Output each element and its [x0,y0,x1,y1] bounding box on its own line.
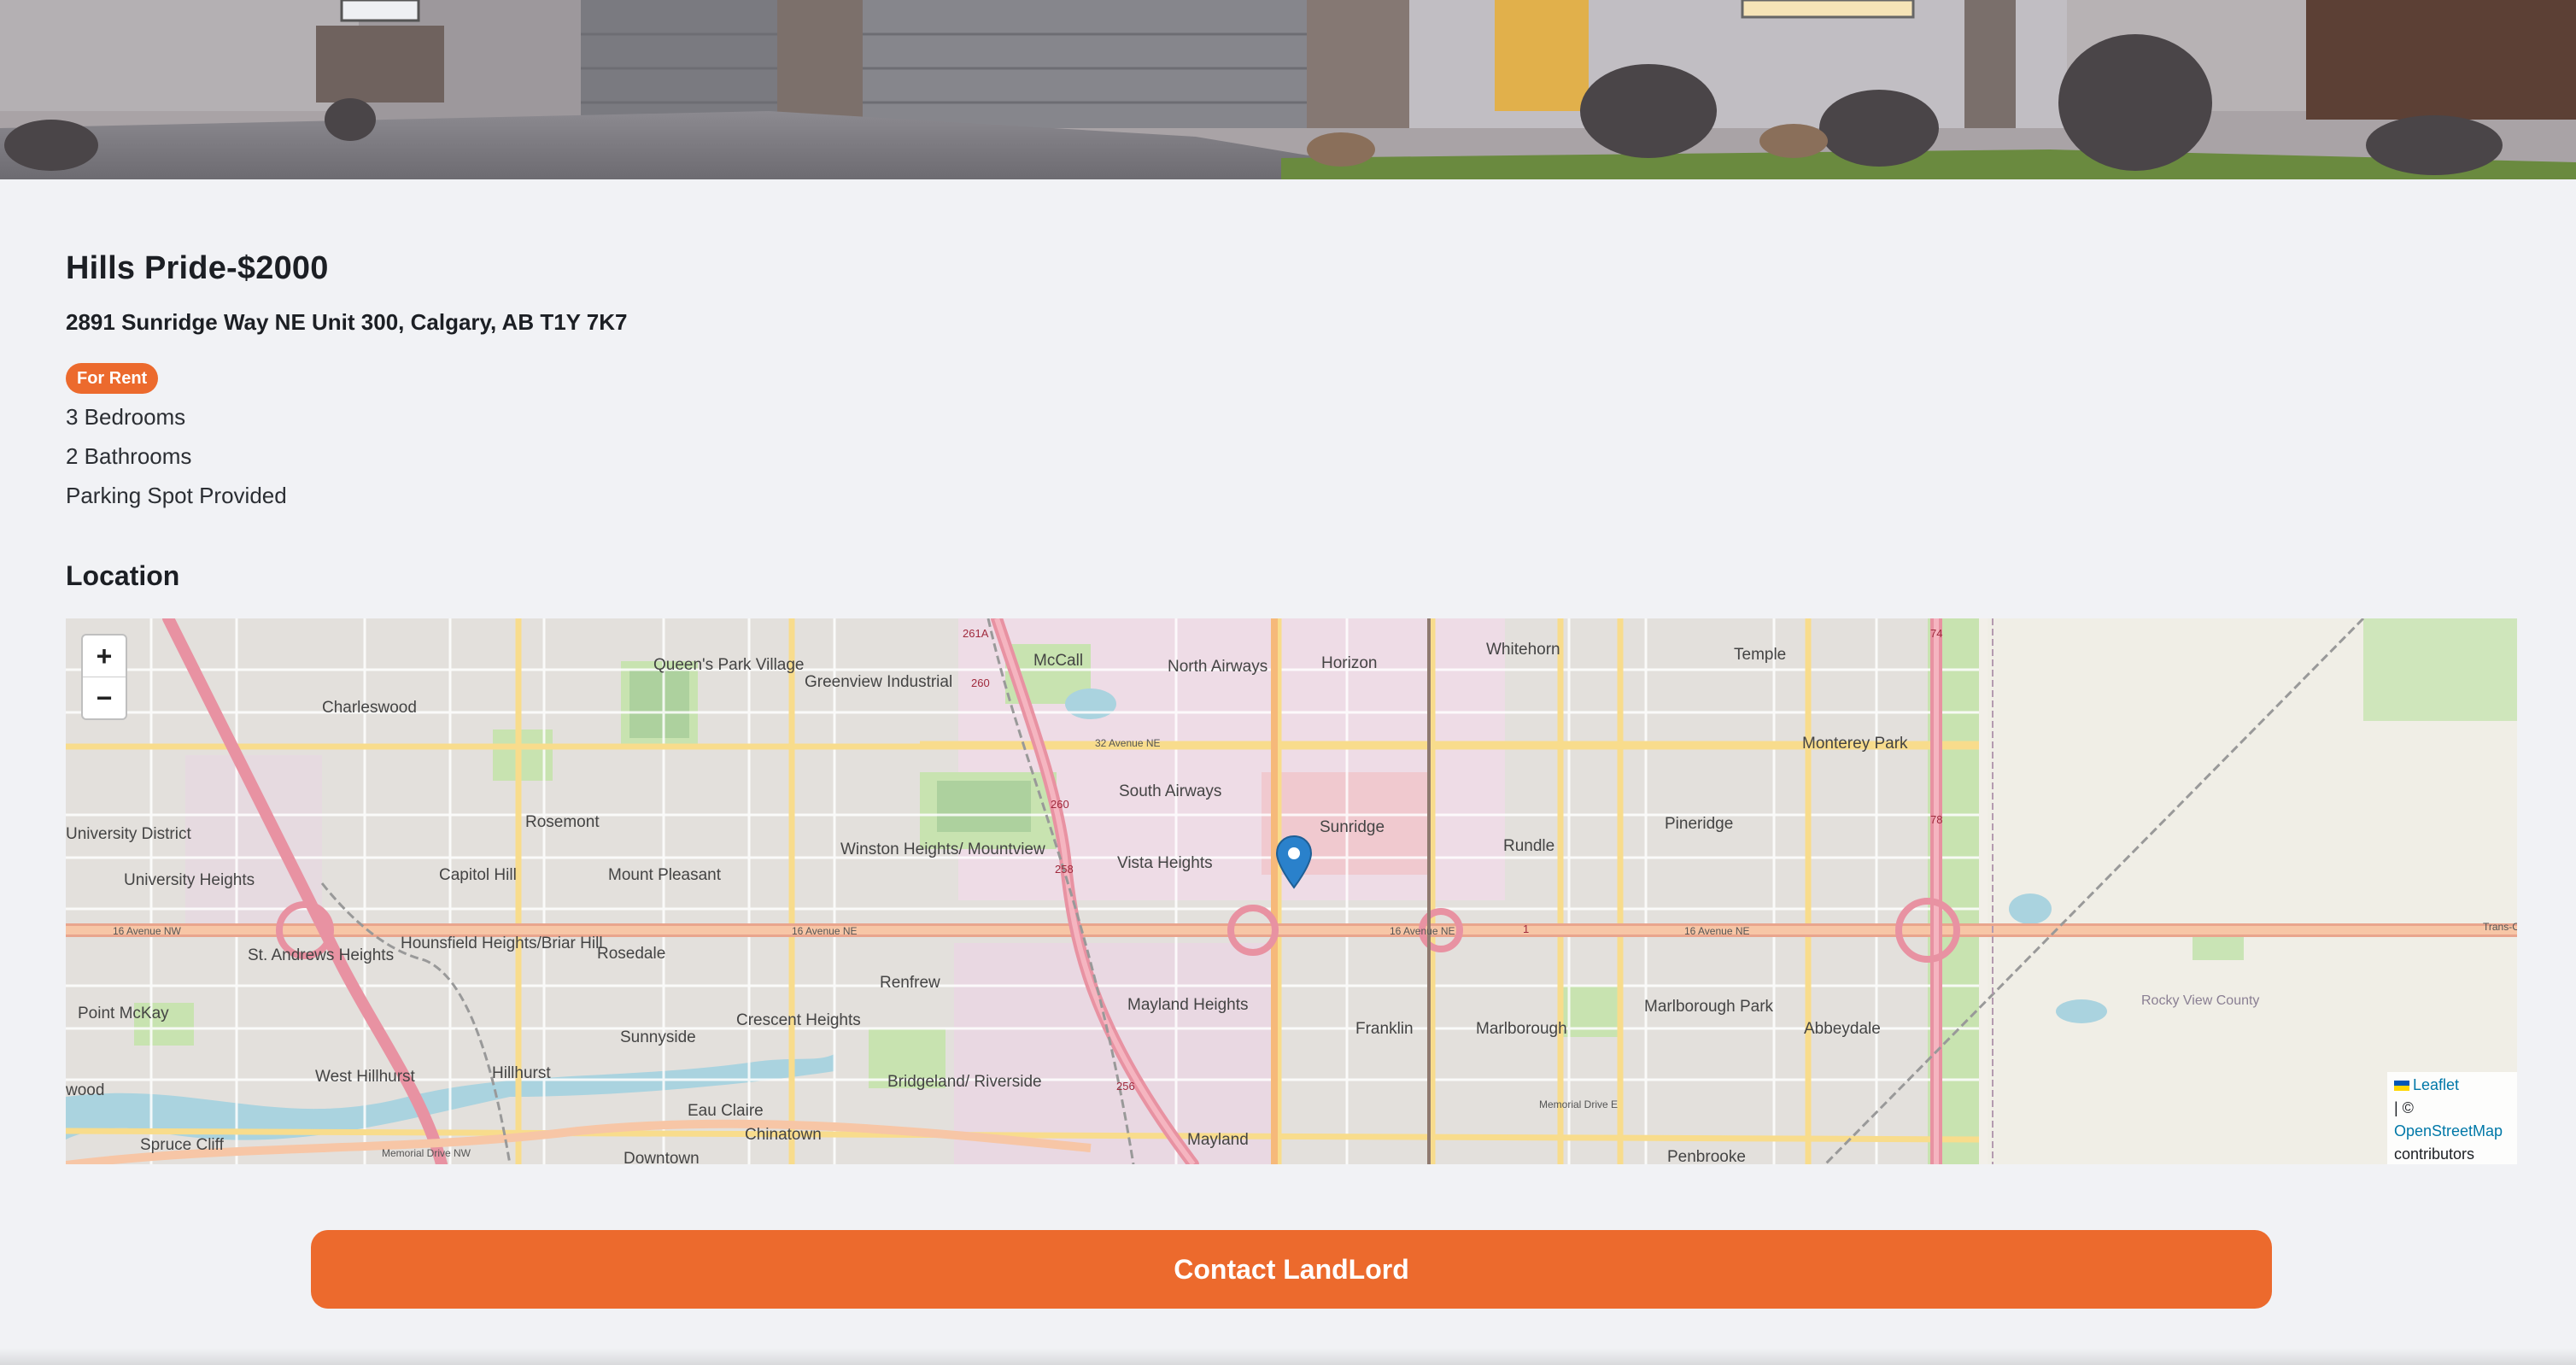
hero-house-photo [0,0,2576,179]
map-label-mount-pleasant: Mount Pleasant [608,866,722,884]
zoom-in-button[interactable]: + [83,636,126,677]
map-label-point-mckay: Point McKay [78,1005,169,1022]
feature-parking: Parking Spot Provided [66,483,287,508]
map-label-whitehorn: Whitehorn [1486,641,1560,659]
feature-bathrooms: 2 Bathrooms [66,443,192,469]
map-tiles[interactable]: Charleswood Queen's Park Village Greenvi… [66,618,2517,1164]
map-label-spruce-cliff: Spruce Cliff [140,1136,225,1154]
map-label-renfrew: Renfrew [880,974,940,992]
attribution-separator: | © [2394,1099,2414,1116]
map-label-monterey-park: Monterey Park [1802,735,1908,753]
map-label-winston-heights: Winston Heights/ Mountview [840,841,1045,858]
road-label-memorial-drive-nw: Memorial Drive NW [382,1147,471,1159]
map-label-chinatown: Chinatown [745,1126,822,1144]
zoom-out-button[interactable]: − [83,677,126,718]
map-label-wood: wood [66,1081,104,1099]
map-label-eau-claire: Eau Claire [688,1102,764,1120]
road-label-32-ave-ne: 32 Avenue NE [1095,737,1161,749]
map-label-rosemont: Rosemont [525,813,600,831]
attribution-contributors: contributors [2394,1145,2475,1163]
map-label-mayland-heights: Mayland Heights [1127,996,1249,1014]
map-label-temple: Temple [1734,646,1786,664]
listing-title: Hills Pride-$2000 [66,250,329,286]
map-label-rosedale: Rosedale [597,945,665,963]
map-label-marlborough: Marlborough [1476,1020,1567,1038]
map-label-rundle: Rundle [1503,837,1554,855]
map-label-north-airways: North Airways [1168,658,1268,676]
map-label-capitol-hill: Capitol Hill [439,866,517,884]
map-label-st-andrews: St. Andrews Heights [248,946,394,964]
map-label-downtown: Downtown [624,1150,700,1164]
map-label-rocky-view: Rocky View County [2141,993,2259,1008]
map-label-mayland: Mayland [1187,1131,1249,1149]
listing-address: 2891 Sunridge Way NE Unit 300, Calgary, … [66,309,628,335]
road-label-trans-c: Trans-C [2483,921,2517,933]
openstreetmap-link[interactable]: OpenStreetMap [2394,1122,2503,1139]
location-heading: Location [66,560,180,591]
map-label-mccall: McCall [1033,652,1083,670]
status-badge: For Rent [66,363,159,394]
map-label-vista-heights: Vista Heights [1117,854,1213,872]
map-label-south-airways: South Airways [1119,782,1221,800]
road-label-16-ave-nw: 16 Avenue NW [113,925,182,937]
map-label-abbeydale: Abbeydale [1804,1020,1881,1038]
road-label-memorial-drive-e: Memorial Drive E [1539,1098,1618,1110]
map-label-hillhurst: Hillhurst [492,1064,551,1082]
map-label-west-hillhurst: West Hillhurst [315,1068,416,1086]
ukraine-flag-icon [2394,1081,2409,1092]
route-shield-260a: 260 [971,677,990,689]
map-label-bridgeland: Bridgeland/ Riverside [887,1073,1042,1091]
map-label-marlborough-park: Marlborough Park [1644,998,1774,1016]
map-label-charleswood: Charleswood [322,699,417,717]
route-shield-74: 74 [1930,627,1942,640]
contact-landlord-button[interactable]: Contact LandLord [311,1230,2272,1309]
map-zoom-control: + − [81,634,127,720]
route-shield-78: 78 [1930,813,1942,826]
map-label-sunnyside: Sunnyside [620,1028,696,1046]
location-marker-icon[interactable] [1274,835,1314,891]
road-label-16-ave-ne-3: 16 Avenue NE [1684,925,1750,937]
map-label-university-district: University District [66,825,191,843]
map-label-franklin: Franklin [1355,1020,1414,1038]
map-label-crescent-heights: Crescent Heights [736,1011,861,1029]
feature-bedrooms: 3 Bedrooms [66,404,186,430]
route-shield-261a: 261A [963,627,989,640]
road-label-16-ave-ne-1: 16 Avenue NE [792,925,858,937]
location-map[interactable]: Charleswood Queen's Park Village Greenvi… [66,618,2517,1164]
map-label-sunridge: Sunridge [1320,818,1385,836]
map-label-university-heights: University Heights [124,871,255,889]
route-shield-256: 256 [1116,1080,1135,1093]
map-label-hounsfield: Hounsfield Heights/Briar Hill [401,934,603,952]
bottom-shadow [0,1348,2576,1365]
map-label-horizon: Horizon [1321,654,1377,672]
leaflet-link[interactable]: Leaflet [2413,1076,2459,1093]
map-label-greenview: Greenview Industrial [805,673,952,691]
road-label-16-ave-ne-2: 16 Avenue NE [1390,925,1455,937]
route-shield-260b: 260 [1051,798,1069,811]
map-label-penbrooke: Penbrooke [1667,1148,1746,1164]
map-attribution: Leaflet | © OpenStreetMap contributors [2387,1072,2517,1164]
route-shield-1: 1 [1523,923,1529,935]
map-label-pineridge: Pineridge [1665,815,1733,833]
map-label-queens-park: Queen's Park Village [653,656,805,674]
route-shield-258: 258 [1055,863,1074,876]
